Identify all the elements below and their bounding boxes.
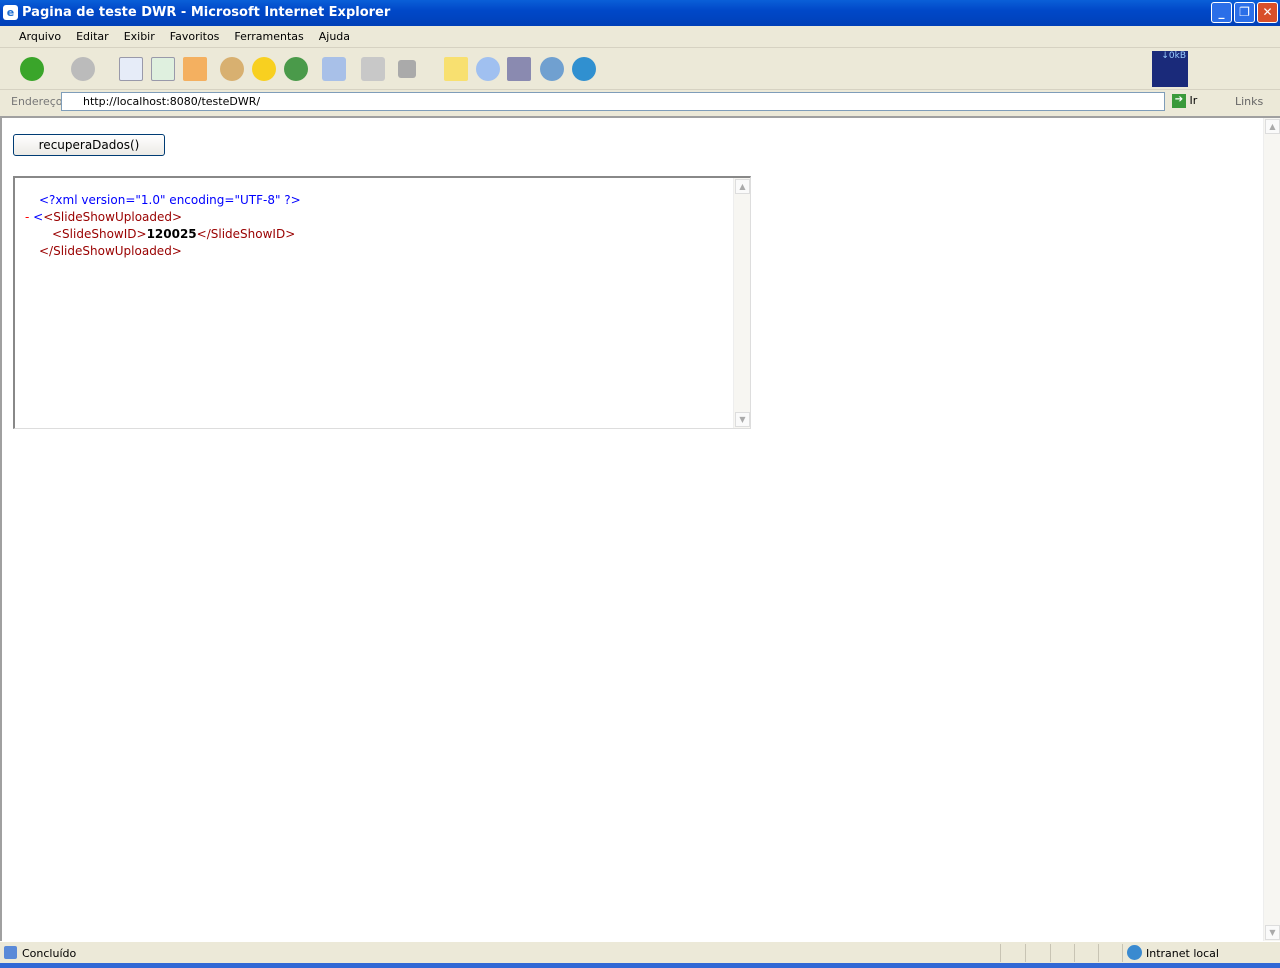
fullscreen-icon[interactable] — [398, 60, 416, 78]
status-text: Concluído — [22, 947, 77, 960]
links-button[interactable]: Links — [1235, 95, 1263, 108]
page-scrollbar[interactable]: ▲ ▼ — [1263, 118, 1280, 941]
address-label: Endereço — [11, 95, 63, 108]
note-icon[interactable] — [444, 57, 468, 81]
zone-text: Intranet local — [1146, 947, 1219, 960]
scroll-up-icon[interactable]: ▲ — [1265, 119, 1280, 134]
menu-favoritos[interactable]: Favoritos — [170, 26, 220, 47]
go-arrow-icon: ➔ — [1172, 94, 1186, 108]
stop-icon[interactable] — [119, 57, 143, 81]
status-bar: Concluído Intranet local — [0, 941, 1280, 963]
menu-exibir[interactable]: Exibir — [124, 26, 155, 47]
taskbar — [0, 963, 1280, 968]
xml-root-close: </SlideShowUploaded> — [39, 244, 182, 258]
home-icon[interactable] — [183, 57, 207, 81]
xml-declaration: <?xml version="1.0" encoding="UTF-8" ?> — [39, 193, 301, 207]
minimize-button[interactable]: _ — [1211, 2, 1232, 23]
refresh-icon[interactable] — [151, 57, 175, 81]
scroll-down-icon[interactable]: ▼ — [1265, 925, 1280, 940]
history-icon[interactable] — [284, 57, 308, 81]
menu-bar: Arquivo Editar Exibir Favoritos Ferramen… — [0, 26, 1280, 48]
search-icon[interactable] — [220, 57, 244, 81]
page-icon — [4, 946, 17, 959]
scroll-up-icon[interactable]: ▲ — [735, 179, 750, 194]
xml-child-value: 120025 — [146, 227, 197, 241]
forward-icon[interactable] — [71, 57, 95, 81]
xml-scrollbar[interactable]: ▲ ▼ — [733, 178, 750, 428]
menu-editar[interactable]: Editar — [76, 26, 109, 47]
address-bar: Endereço http://localhost:8080/testeDWR/… — [0, 90, 1280, 114]
research-icon[interactable] — [507, 57, 531, 81]
xml-child-close: </SlideShowID> — [196, 227, 296, 241]
xml-root-open: <SlideShowUploaded> — [43, 210, 183, 224]
collapse-toggle[interactable]: - — [25, 210, 29, 224]
go-button[interactable]: ➔ Ir — [1172, 94, 1197, 108]
recupera-dados-button[interactable]: recuperaDados() — [13, 134, 165, 156]
address-url: http://localhost:8080/testeDWR/ — [83, 95, 261, 108]
favorites-icon[interactable] — [252, 57, 276, 81]
pointer-icon[interactable] — [476, 57, 500, 81]
window-title: Pagina de teste DWR - Microsoft Internet… — [22, 5, 391, 20]
xml-child-open: <SlideShowID> — [52, 227, 147, 241]
menu-ferramentas[interactable]: Ferramentas — [234, 26, 303, 47]
toolbar: ↓0kB — [0, 48, 1280, 90]
close-button[interactable]: ✕ — [1257, 2, 1278, 23]
net-meter-value: ↓0kB — [1161, 51, 1186, 61]
net-meter: ↓0kB — [1152, 51, 1188, 87]
title-bar: e Pagina de teste DWR - Microsoft Intern… — [0, 0, 1280, 26]
address-input[interactable]: http://localhost:8080/testeDWR/ — [61, 92, 1165, 111]
web-icon[interactable] — [572, 57, 596, 81]
scroll-down-icon[interactable]: ▼ — [735, 412, 750, 427]
messenger-icon[interactable] — [540, 57, 564, 81]
menu-ajuda[interactable]: Ajuda — [319, 26, 350, 47]
xml-frame: <?xml version="1.0" encoding="UTF-8" ?> … — [13, 176, 751, 429]
restore-button[interactable]: ❐ — [1234, 2, 1255, 23]
menu-arquivo[interactable]: Arquivo — [19, 26, 61, 47]
ie-icon: e — [3, 5, 18, 20]
mail-icon[interactable] — [322, 57, 346, 81]
page-content: recuperaDados() <?xml version="1.0" enco… — [0, 116, 1280, 941]
print-icon[interactable] — [361, 57, 385, 81]
intranet-icon — [1127, 945, 1142, 960]
go-label: Ir — [1189, 94, 1198, 107]
back-icon[interactable] — [20, 57, 44, 81]
